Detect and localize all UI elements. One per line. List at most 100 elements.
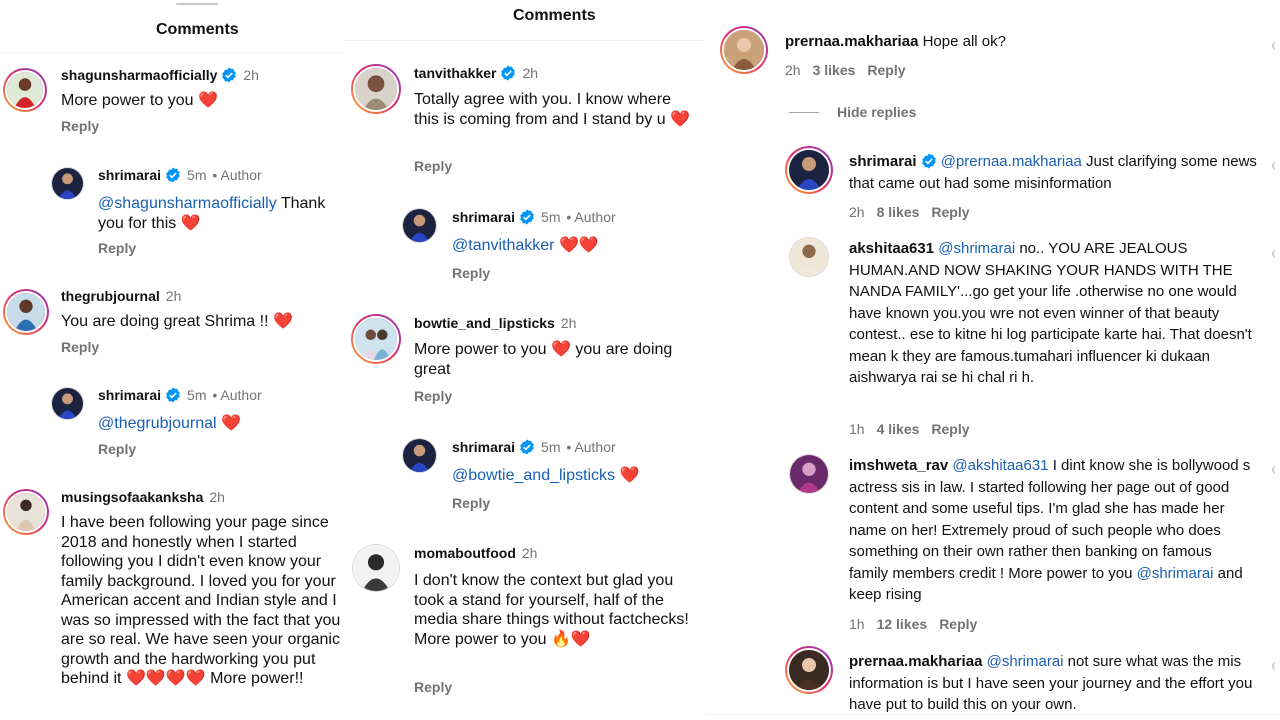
like-heart-icon[interactable] [1272,466,1280,474]
verified-badge-icon [520,209,534,225]
comment-username[interactable]: prernaa.makhariaa [849,653,982,670]
comment-text: I don't know the context but glad you to… [414,572,689,648]
mention-link: @thegrubjournal [98,415,217,432]
avatar[interactable] [720,26,768,74]
comment-username[interactable]: shrimarai 5m • Author [452,438,616,456]
title-divider [0,52,345,53]
reply-button[interactable]: Reply [414,158,452,174]
reply-button[interactable]: Reply [414,388,452,404]
avatar[interactable] [785,146,833,194]
verified-badge-icon [222,67,237,83]
likes-count[interactable]: 12 likes [877,616,928,632]
mention-link: @shrimarai [1136,564,1214,582]
comment-username[interactable]: musingsofaakanksha 2h [61,488,225,506]
heart-emoji: ❤️ [180,214,201,232]
comment-text: prernaa.makhariaa Hope all ok? [785,33,1006,50]
avatar[interactable] [402,208,437,243]
mention-link: @bowtie_and_lipsticks [452,467,615,484]
comment-text: More power to you ❤️ you are doing great [414,341,673,378]
avatar[interactable] [351,64,401,114]
drag-handle[interactable] [176,3,218,5]
mention-link: @akshitaa631 [952,457,1049,474]
reply-button[interactable]: Reply [931,421,969,437]
comment-meta: 1h 12 likes Reply [849,616,978,632]
reply-button[interactable]: Reply [931,204,969,220]
like-heart-icon[interactable] [1272,662,1280,670]
title-divider [345,40,705,41]
reply-button[interactable]: Reply [939,616,977,632]
heart-emoji: ❤️❤️❤️❤️ [125,670,206,687]
comment-meta: 2h 8 likes Reply [849,204,970,220]
avatar[interactable] [51,167,84,200]
comment-username[interactable]: bowtie_and_lipsticks 2h [414,314,576,332]
comments-panel-middle: Comments tanvithakker 2h Totally agree wi… [345,0,705,720]
like-heart-icon[interactable] [1272,250,1280,258]
likes-count[interactable]: 8 likes [877,204,920,220]
avatar[interactable] [785,646,833,694]
comment-text: Totally agree with you. I know where thi… [414,91,691,128]
avatar[interactable] [51,387,84,420]
comment-username[interactable]: shrimarai [849,153,917,170]
heart-emoji: ❤️ [221,415,241,432]
comment-text: akshitaa631 @shrimarai no.. YOU ARE JEAL… [849,240,1252,386]
comments-panel-right: prernaa.makhariaa Hope all ok? 2h 3 likes… [705,0,1280,720]
comment-text: I have been following your page since 20… [61,514,341,687]
reply-button[interactable]: Reply [98,240,136,256]
reply-button[interactable]: Reply [452,495,490,511]
hide-replies-button[interactable]: Hide replies [837,104,916,120]
comment-username[interactable]: tanvithakker 2h [414,64,538,82]
comment-username[interactable]: shrimarai 5m • Author [98,166,262,184]
like-heart-icon[interactable] [1272,162,1280,170]
reply-button[interactable]: Reply [452,265,490,281]
heart-emoji: ❤️ [550,341,571,358]
reply-button[interactable]: Reply [867,62,905,78]
mention-link: @shrimarai [986,653,1064,670]
comment-text: More power to you ❤️ [61,92,218,109]
comment-meta: 2h 3 likes Reply [785,62,906,78]
likes-count[interactable]: 3 likes [813,62,856,78]
verified-badge-icon [166,167,180,183]
avatar[interactable] [789,237,829,277]
comment-username[interactable]: momaboutfood 2h [414,544,537,562]
verified-badge-icon [166,387,180,403]
comment-username[interactable]: shrimarai 5m • Author [98,386,262,404]
comment-text: @tanvithakker ❤️❤️ [452,236,697,256]
verified-badge-icon [501,65,516,81]
comment-username[interactable]: shrimarai 5m • Author [452,208,616,226]
comment-text: imshweta_rav @akshitaa631 I dint know sh… [849,457,1251,603]
comment-text: You are doing great Shrima !! ❤️ [61,313,293,330]
avatar[interactable] [352,544,400,592]
comment-username[interactable]: thegrubjournal 2h [61,287,181,305]
avatar[interactable] [3,68,47,112]
comment-text: shrimarai @prernaa.makhariaa Just clarif… [849,153,1257,192]
reply-button[interactable]: Reply [61,118,99,134]
avatar[interactable] [789,454,829,494]
mention-link: @tanvithakker [452,237,555,254]
comments-panel-left: Comments shagunsharmaofficially 2h More p… [0,0,345,720]
avatar[interactable] [3,289,49,335]
comment-username[interactable]: prernaa.makhariaa [785,33,918,50]
fire-heart-emoji: 🔥❤️ [550,630,591,648]
panel-title: Comments [156,21,239,38]
reply-button[interactable]: Reply [414,679,452,695]
comment-username[interactable]: akshitaa631 [849,240,934,257]
likes-count[interactable]: 4 likes [877,421,920,437]
like-heart-icon[interactable] [1272,42,1280,50]
hide-replies-line [789,112,819,113]
avatar[interactable] [3,489,49,535]
mention-link: @prernaa.makhariaa [940,153,1082,170]
heart-emoji: ❤️❤️ [558,237,599,254]
comment-username[interactable]: shagunsharmaofficially 2h [61,66,259,84]
avatar[interactable] [351,314,401,364]
mention-link: @shagunsharmaofficially [98,195,277,212]
bottom-divider [705,714,1280,715]
reply-button[interactable]: Reply [61,339,99,355]
comment-text: prernaa.makhariaa @shrimarai not sure wh… [849,653,1253,713]
heart-emoji: ❤️ [670,110,691,128]
verified-badge-icon [921,153,936,169]
heart-emoji: ❤️ [273,313,293,330]
comment-meta: 1h 4 likes Reply [849,421,970,437]
reply-button[interactable]: Reply [98,441,136,457]
avatar[interactable] [402,438,437,473]
comment-username[interactable]: imshweta_rav [849,457,948,474]
